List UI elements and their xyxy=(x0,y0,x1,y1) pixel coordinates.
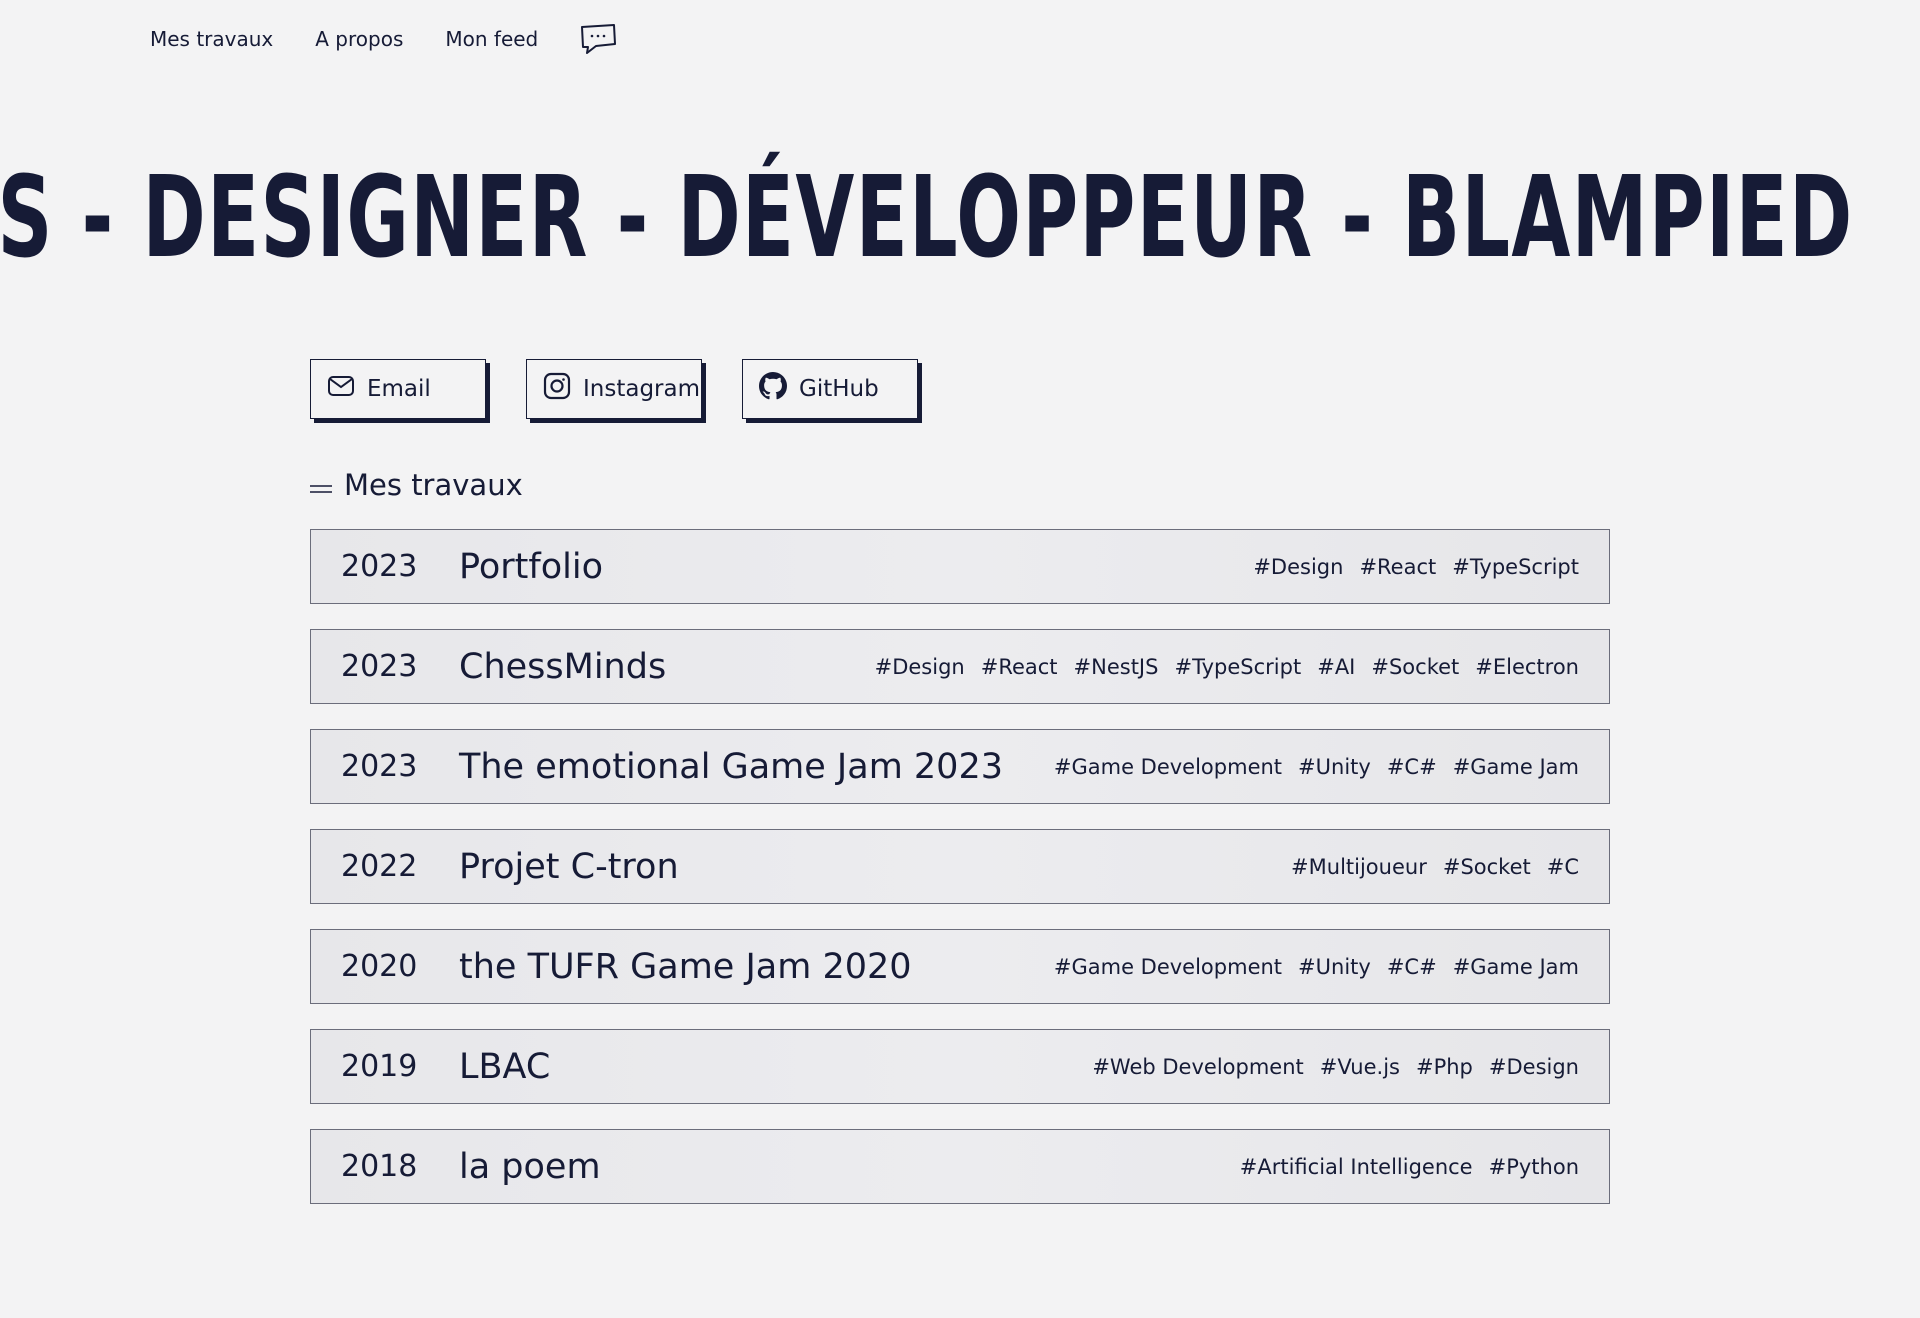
tag: #Php xyxy=(1415,1054,1473,1079)
work-year: 2022 xyxy=(341,849,418,884)
tag: #Design xyxy=(874,654,965,679)
work-title: Portfolio xyxy=(459,546,603,587)
instagram-button[interactable]: Instagram xyxy=(526,359,702,419)
work-title: Projet C-tron xyxy=(459,846,679,887)
nav-link-a-propos[interactable]: A propos xyxy=(315,27,403,51)
tag: #Unity xyxy=(1298,954,1371,979)
work-year: 2023 xyxy=(341,549,418,584)
instagram-label: Instagram xyxy=(583,376,701,402)
github-label: GitHub xyxy=(799,376,879,402)
github-icon xyxy=(759,372,787,406)
work-title: LBAC xyxy=(459,1046,551,1087)
work-row[interactable]: 2023 ChessMinds #Design #React #NestJS #Typ… xyxy=(310,629,1610,704)
tag: #Unity xyxy=(1298,754,1371,779)
instagram-icon xyxy=(543,372,571,406)
work-title: la poem xyxy=(459,1146,601,1187)
work-tags: #Game Development #Unity #C# #Game Jam xyxy=(1054,955,1579,979)
tag: #Python xyxy=(1488,1154,1579,1179)
work-tags: #Web Development #Vue.js #Php #Design xyxy=(1092,1055,1579,1079)
work-row[interactable]: 2019 LBAC #Web Development #Vue.js #Php #De… xyxy=(310,1029,1610,1104)
tag: #Design xyxy=(1488,1054,1579,1079)
work-tags: #Artificial Intelligence #Python xyxy=(1240,1155,1579,1179)
work-row[interactable]: 2022 Projet C-tron #Multijoueur #Socket #C xyxy=(310,829,1610,904)
tag: #Game Development xyxy=(1053,754,1283,779)
social-links: Email Instagram GitHub xyxy=(310,359,918,419)
email-label: Email xyxy=(367,376,431,402)
tag: #Vue.js xyxy=(1319,1054,1400,1079)
tag: #AI xyxy=(1317,654,1356,679)
nav-link-mon-feed[interactable]: Mon feed xyxy=(445,27,538,51)
work-tags: #Design #React #TypeScript xyxy=(1253,555,1579,579)
top-nav: Mes travaux A propos Mon feed xyxy=(150,22,618,56)
tag: #Design xyxy=(1253,554,1344,579)
tag: #Electron xyxy=(1475,654,1579,679)
tag: #Web Development xyxy=(1092,1054,1304,1079)
tag: #Game Jam xyxy=(1452,754,1579,779)
tag: #TypeScript xyxy=(1452,554,1579,579)
work-year: 2023 xyxy=(341,749,418,784)
tag: #Socket xyxy=(1442,854,1531,879)
section-title: Mes travaux xyxy=(310,468,523,502)
banner-text: CAS - DESIGNER - DÉVELOPPEUR - BLAMPIED xyxy=(0,153,1854,283)
tag: #React xyxy=(980,654,1058,679)
tag: #Socket xyxy=(1371,654,1460,679)
works-list: 2023 Portfolio #Design #React #TypeScript … xyxy=(310,529,1610,1204)
tag: #C# xyxy=(1386,754,1437,779)
work-row[interactable]: 2023 Portfolio #Design #React #TypeScript xyxy=(310,529,1610,604)
chat-bubble-icon[interactable] xyxy=(578,22,618,56)
email-button[interactable]: Email xyxy=(310,359,486,419)
work-tags: #Multijoueur #Socket #C xyxy=(1291,855,1579,879)
double-line-icon xyxy=(310,468,332,502)
work-row[interactable]: 2023 The emotional Game Jam 2023 #Game D… xyxy=(310,729,1610,804)
tag: #C# xyxy=(1386,954,1437,979)
work-tags: #Design #React #NestJS #TypeScript #AI #Socke… xyxy=(875,655,1579,679)
tag: #NestJS xyxy=(1073,654,1159,679)
github-button[interactable]: GitHub xyxy=(742,359,918,419)
work-year: 2020 xyxy=(341,949,418,984)
tag: #TypeScript xyxy=(1174,654,1302,679)
nav-link-mes-travaux[interactable]: Mes travaux xyxy=(150,27,273,51)
work-year: 2019 xyxy=(341,1049,418,1084)
work-title: the TUFR Game Jam 2020 xyxy=(459,946,912,987)
section-title-text: Mes travaux xyxy=(344,468,523,502)
work-year: 2023 xyxy=(341,649,418,684)
tag: #Multijoueur xyxy=(1291,854,1427,879)
tag: #Artificial Intelligence xyxy=(1239,1154,1473,1179)
work-tags: #Game Development #Unity #C# #Game Jam xyxy=(1054,755,1579,779)
work-title: ChessMinds xyxy=(459,646,667,687)
tag: #React xyxy=(1359,554,1437,579)
work-year: 2018 xyxy=(341,1149,418,1184)
tag: #Game Jam xyxy=(1452,954,1579,979)
tag: #C xyxy=(1546,854,1579,879)
work-row[interactable]: 2018 la poem #Artificial Intelligence #Py… xyxy=(310,1129,1610,1204)
tag: #Game Development xyxy=(1053,954,1283,979)
work-title: The emotional Game Jam 2023 xyxy=(459,746,1003,787)
work-row[interactable]: 2020 the TUFR Game Jam 2020 #Game Develo… xyxy=(310,929,1610,1004)
name-banner: CAS - DESIGNER - DÉVELOPPEUR - BLAMPIED xyxy=(0,148,1920,298)
mail-icon xyxy=(327,375,355,403)
